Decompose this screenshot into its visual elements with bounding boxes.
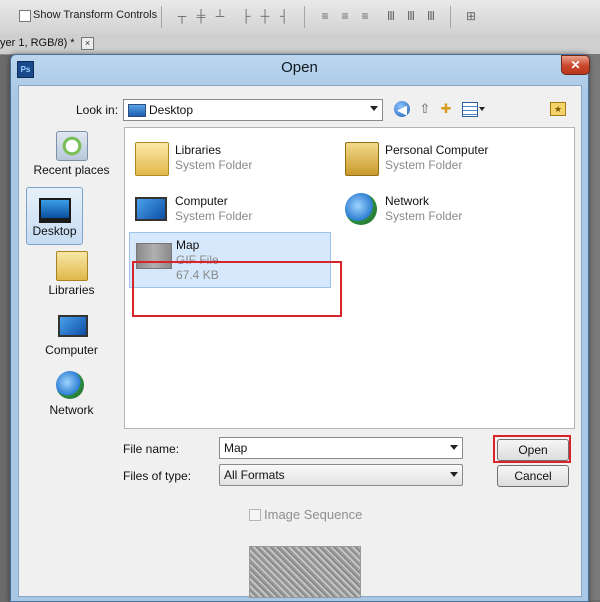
align-top-icon[interactable]: ┬ [173,9,191,23]
toolbar-separator [161,6,162,28]
place-label: Network [49,403,94,417]
file-type: System Folder [385,158,463,172]
close-tab-icon[interactable]: × [81,37,94,50]
align-left-icon[interactable]: ├ [237,9,255,23]
dialog-body: Look in: Desktop ◀ ⇧ ✚ ★ Recent places D… [18,85,582,598]
file-name: Map [176,238,200,252]
list-item[interactable]: Computer System Folder [129,189,329,231]
place-label: Desktop [32,224,77,238]
look-in-label: Look in: [76,103,119,117]
places-bar: Recent places Desktop Libraries Computer… [24,127,119,427]
place-label: Libraries [48,283,95,297]
chevron-down-icon [370,106,378,111]
file-type: System Folder [175,158,253,172]
file-name-input[interactable]: Map [219,437,463,459]
new-folder-icon[interactable]: ✚ [437,100,455,118]
distribute-hcenter-icon[interactable]: Ⅲ [402,9,420,23]
align-hcenter-icon[interactable]: ┼ [256,9,274,23]
file-type-value: All Formats [224,468,285,482]
file-type-label: Files of type: [123,469,192,483]
show-transform-checkbox[interactable] [19,10,31,22]
file-name: Personal Computer [385,143,489,157]
file-type: System Folder [175,209,253,223]
cancel-button[interactable]: Cancel [497,465,569,487]
distribute-top-icon[interactable]: ≡ [316,9,334,23]
place-recent-places[interactable]: Recent places [24,127,119,185]
network-icon [345,193,377,225]
desktop-icon [39,198,71,223]
document-tab-label[interactable]: yer 1, RGB/8) * [0,37,75,49]
file-name-value: Map [224,441,248,455]
file-name: Network [385,194,430,208]
file-name: Libraries [175,143,222,157]
place-network[interactable]: Network [24,367,119,425]
options-bar: Show Transform Controls ┬ ╪ ┴ ├ ┼ ┤ ≡ ≡ … [0,0,600,35]
align-right-icon[interactable]: ┤ [275,9,293,23]
up-folder-icon[interactable]: ⇧ [416,100,434,118]
toolbar-separator [304,6,305,28]
place-computer[interactable]: Computer [24,307,119,365]
toolbar-separator [450,6,451,28]
image-preview-thumbnail [249,546,361,598]
place-desktop[interactable]: Desktop [26,187,83,245]
computer-icon [58,315,88,337]
computer-icon [135,197,167,221]
image-sequence-label: Image Sequence [264,507,363,522]
distribute-left-icon[interactable]: Ⅲ [382,9,400,23]
libraries-icon [56,251,88,281]
list-item[interactable]: Network System Folder [339,189,539,231]
distribute-bottom-icon[interactable]: ≡ [356,9,374,23]
place-label: Recent places [33,163,110,177]
look-in-value: Desktop [149,103,194,117]
dialog-title: Open [281,59,318,76]
distribute-vcenter-icon[interactable]: ≡ [336,9,354,23]
chevron-down-icon [450,472,458,477]
look-in-dropdown[interactable]: Desktop [123,99,383,121]
chevron-down-icon[interactable] [450,445,458,450]
file-type-dropdown[interactable]: All Formats [219,464,463,486]
chevron-down-icon[interactable] [479,107,485,111]
map-selection-highlight [132,261,342,317]
file-name: Computer [175,194,228,208]
network-icon [56,371,84,399]
auto-align-icon[interactable]: ⊞ [462,9,480,23]
show-transform-label: Show Transform Controls [33,9,158,21]
place-label: Computer [45,343,98,357]
views-menu-icon[interactable] [462,102,478,117]
recent-places-icon [56,131,88,161]
close-button[interactable]: ✕ [561,55,590,75]
file-name-label: File name: [123,442,180,456]
list-item[interactable]: Libraries System Folder [129,138,329,180]
image-sequence-checkbox[interactable] [249,509,261,521]
open-dialog: Ps Open ✕ Look in: Desktop ◀ ⇧ ✚ ★ Recen… [10,54,590,602]
desktop-icon [128,104,146,117]
open-button-highlight [493,435,571,463]
file-type: System Folder [385,209,463,223]
align-vcenter-icon[interactable]: ╪ [192,9,210,23]
align-bottom-icon[interactable]: ┴ [211,9,229,23]
folder-icon [135,142,169,176]
distribute-right-icon[interactable]: Ⅲ [422,9,440,23]
list-item[interactable]: Personal Computer System Folder [339,138,539,180]
folder-star-icon[interactable]: ★ [550,102,566,116]
user-folder-icon [345,142,379,176]
back-icon[interactable]: ◀ [394,101,410,117]
document-tab-bar: yer 1, RGB/8) * × [0,34,600,55]
place-libraries[interactable]: Libraries [24,247,119,305]
